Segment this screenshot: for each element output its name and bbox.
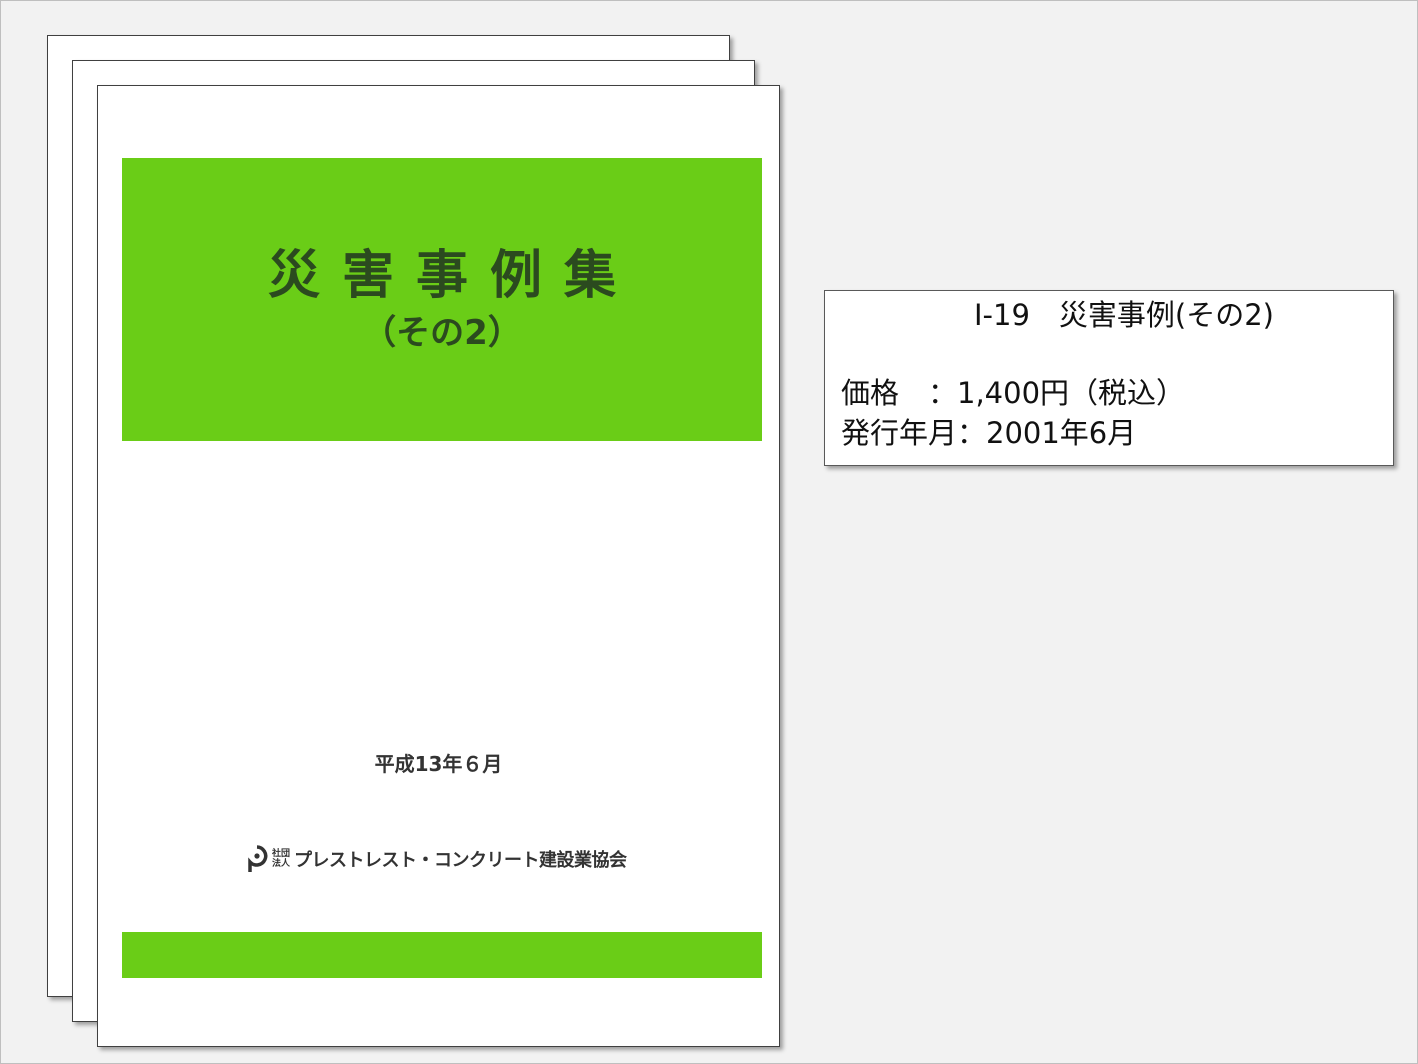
info-box: Ⅰ-19 災害事例(その2) 価格 ：1,400円（税込） 発行年月：2001年… xyxy=(824,290,1394,466)
info-publish-date: 発行年月：2001年6月 xyxy=(841,416,1137,450)
cover-subtitle: （その2） xyxy=(362,313,522,353)
cover-title: 災害事例集 xyxy=(267,246,638,306)
publisher-logo-icon xyxy=(248,845,268,872)
cover-date: 平成13年６月 xyxy=(374,752,503,776)
publisher-prefix: 社団法人 xyxy=(272,849,291,869)
cover-top-band: 災害事例集 （その2） xyxy=(122,158,762,441)
publisher: 社団法人 プレストレスト・コンクリート建設業協会 xyxy=(244,844,627,874)
book-cover: 災害事例集 （その2） 平成13年６月 社団法人 プレストレスト・コンクリート建… xyxy=(97,85,780,1047)
cover-bottom-band xyxy=(122,932,762,978)
publisher-name: プレストレスト・コンクリート建設業協会 xyxy=(294,850,627,871)
info-price: 価格 ：1,400円（税込） xyxy=(841,376,1186,410)
info-heading: Ⅰ-19 災害事例(その2) xyxy=(974,298,1274,332)
